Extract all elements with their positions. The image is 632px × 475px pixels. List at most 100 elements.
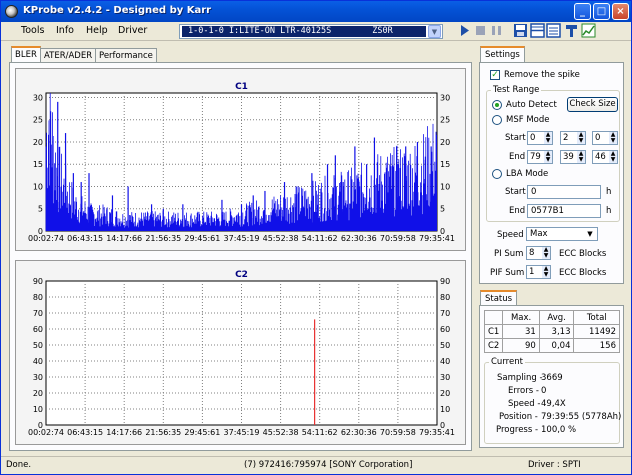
c1-chart-svg: C10 05 510 1015 1520 2025 2530 3000:02:74 06:43:… [28, 82, 455, 243]
tab-performance[interactable]: Performance [95, 48, 157, 62]
auto-detect-radio[interactable] [492, 100, 502, 110]
menu-help[interactable]: Help [86, 25, 108, 36]
x-tick-label: 54:11:62 [302, 234, 338, 243]
maximize-button[interactable]: □ [593, 3, 610, 20]
pif-sum-stepper[interactable]: 1 ▲ ▼ [526, 265, 551, 279]
x-tick-label: 62:30:36 [341, 234, 377, 243]
chart-title: C1 [235, 82, 248, 92]
y-tick-label: 20 [33, 389, 43, 398]
position-value: 79:39:55 (5778Ah) [541, 412, 622, 422]
play-icon[interactable] [457, 23, 472, 38]
y-tick-label-right: 30 [440, 93, 450, 102]
graph-icon[interactable] [581, 23, 596, 38]
stepper-arrows-icon[interactable]: ▲ ▼ [542, 247, 550, 259]
stepper-arrows-icon[interactable]: ▲ ▼ [544, 132, 552, 144]
c2-avg: 0,04 [538, 338, 575, 353]
c1-max: 31 [502, 324, 540, 339]
layout-icon[interactable] [530, 23, 545, 38]
tab-bler[interactable]: BLER [11, 46, 41, 62]
y-tick-label: 20 [33, 138, 43, 147]
msf-start-min-stepper[interactable]: 0 ▲ ▼ [527, 131, 553, 145]
title-bar[interactable]: KProbe v2.4.2 - Designed by Karr _ □ × [1, 1, 631, 22]
toolbar-separator [1, 40, 631, 41]
pause-icon[interactable] [489, 23, 504, 38]
msf-start-label: Start [505, 133, 526, 143]
list-icon[interactable] [546, 23, 561, 38]
status-bar: Done. (7) 972416:795974 [SONY Corporatio… [1, 456, 631, 474]
y-tick-label-right: 50 [440, 341, 450, 350]
y-tick-label: 90 [33, 277, 43, 286]
msf-start-frame-stepper[interactable]: 0 ▲ ▼ [592, 131, 618, 145]
drive-select[interactable]: 1-0-1-0 I:LITE-ON LTR-40125S ZS0R ▼ [179, 24, 443, 39]
status-header-blank [483, 310, 504, 325]
app-disc-icon [5, 5, 18, 18]
y-tick-label-right: 40 [440, 357, 450, 366]
y-tick-label-right: 15 [440, 160, 450, 169]
x-tick-label: 37:45:19 [224, 428, 260, 437]
close-button[interactable]: × [612, 3, 629, 20]
tools-icon[interactable] [565, 23, 580, 38]
msf-end-min-stepper[interactable]: 79 ▲ ▼ [527, 150, 553, 164]
lba-end-hex-label: h [606, 206, 612, 216]
tab-status[interactable]: Status [480, 290, 518, 306]
stepper-arrows-icon[interactable]: ▲ ▼ [577, 151, 585, 163]
msf-start-sec-stepper[interactable]: 2 ▲ ▼ [560, 131, 586, 145]
msf-mode-radio[interactable] [492, 115, 502, 125]
c1-chart: C1 0 0 5 5 10 10 15 15 20 20 25 25 30 30 00:02:74 06:43:… [15, 68, 466, 251]
y-tick-label-right: 20 [440, 389, 450, 398]
menu-info[interactable]: Info [56, 25, 74, 36]
chart-title: C2 [235, 270, 248, 280]
speed-select[interactable]: Max ▼ [526, 227, 598, 241]
table-row: C1 31 3,13 11492 [483, 324, 620, 339]
x-tick-label: 21:56:35 [145, 234, 181, 243]
test-range-group: Test Range Auto Detect Check Size MSF Mo… [486, 85, 620, 222]
chevron-down-icon[interactable]: ▼ [584, 228, 596, 240]
y-tick-label: 25 [33, 116, 43, 125]
check-size-button[interactable]: Check Size [567, 97, 618, 112]
y-tick-label-right: 10 [440, 405, 450, 414]
lba-end-input[interactable]: 0577B1 [527, 204, 601, 218]
settings-panel: ✓ Remove the spike Test Range Auto Detec… [479, 62, 624, 284]
lba-start-input[interactable]: 0 [527, 185, 601, 199]
remove-spike-checkbox[interactable]: ✓ [490, 70, 500, 80]
window-title: KProbe v2.4.2 - Designed by Karr [23, 5, 212, 16]
stepper-arrows-icon[interactable]: ▲ ▼ [577, 132, 585, 144]
row-label: C1 [483, 324, 504, 339]
x-tick-label: 62:30:36 [341, 428, 377, 437]
pi-ecc-label: ECC Blocks [559, 249, 607, 259]
menu-driver[interactable]: Driver [118, 25, 147, 36]
x-tick-label: 79:35:41 [419, 428, 455, 437]
save-icon[interactable] [513, 23, 528, 38]
x-tick-label: 45:52:38 [263, 428, 299, 437]
stop-icon[interactable] [473, 23, 488, 38]
stepper-arrows-icon[interactable]: ▲ ▼ [609, 151, 617, 163]
lba-mode-radio[interactable] [492, 169, 502, 179]
y-tick-label-right: 90 [440, 277, 450, 286]
tab-ater-ader[interactable]: ATER/ADER [40, 48, 97, 62]
lba-start-hex-label: h [606, 187, 612, 197]
x-tick-label: 45:52:38 [263, 234, 299, 243]
x-tick-label: 14:17:66 [106, 234, 142, 243]
x-tick-label: 29:45:61 [184, 428, 220, 437]
x-tick-label: 70:59:58 [380, 234, 416, 243]
msf-end-frame-stepper[interactable]: 46 ▲ ▼ [592, 150, 618, 164]
stepper-arrows-icon[interactable]: ▲ ▼ [544, 151, 552, 163]
msf-end-sec-stepper[interactable]: 39 ▲ ▼ [560, 150, 586, 164]
chevron-down-icon[interactable]: ▼ [428, 25, 441, 38]
progress-value: 100,0 % [541, 425, 577, 435]
y-tick-label: 5 [38, 205, 43, 214]
y-tick-label: 80 [33, 293, 43, 302]
y-tick-label: 40 [33, 357, 43, 366]
current-group: Current Sampling - 3669 Errors - 0 Speed… [484, 357, 622, 444]
stepper-arrows-icon[interactable]: ▲ ▼ [609, 132, 617, 144]
x-tick-label: 06:43:15 [67, 234, 103, 243]
stepper-arrows-icon[interactable]: ▲ ▼ [542, 266, 550, 278]
current-speed-label: Speed - [508, 399, 541, 409]
status-driver: Driver : SPTI [528, 460, 581, 470]
pi-sum-stepper[interactable]: 8 ▲ ▼ [526, 246, 551, 260]
tab-settings[interactable]: Settings [480, 46, 525, 62]
minimize-button[interactable]: _ [574, 3, 591, 20]
status-header-avg: Avg. [538, 310, 575, 325]
status-panel: Max. Avg. Total C1 31 3,13 11492 C2 90 0… [479, 305, 624, 448]
menu-tools[interactable]: Tools [21, 25, 44, 36]
